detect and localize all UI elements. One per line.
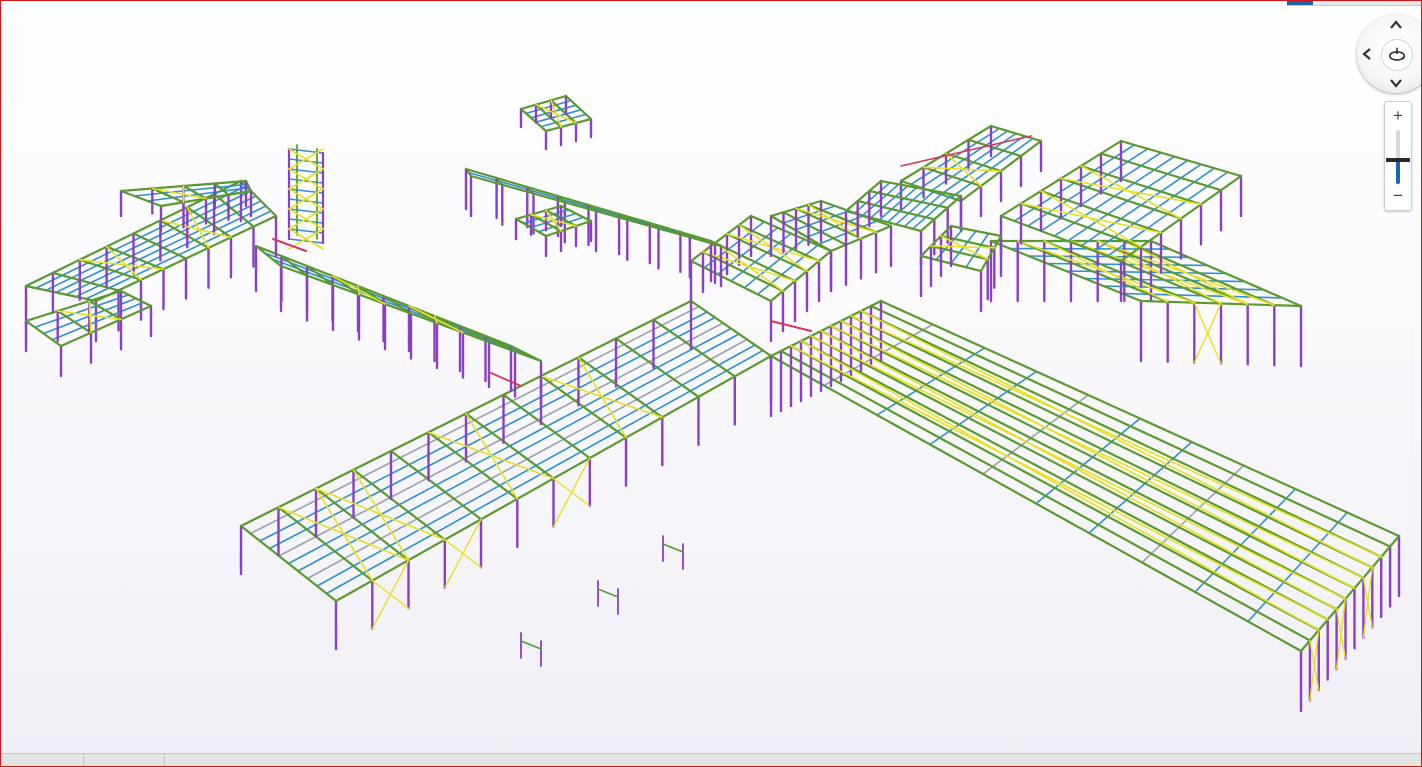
zoom-slider-handle[interactable] bbox=[1386, 157, 1410, 162]
beam bbox=[24, 284, 98, 303]
bottom-status-strip bbox=[1, 753, 1421, 766]
red-member bbox=[490, 372, 522, 387]
active-tab-accent bbox=[1287, 1, 1313, 5]
red-member bbox=[770, 320, 812, 332]
edge-beam bbox=[844, 179, 883, 213]
edge-beam bbox=[769, 299, 883, 358]
beam bbox=[819, 329, 1347, 600]
bracing bbox=[352, 468, 410, 562]
zoom-in-button[interactable]: + bbox=[1385, 106, 1411, 126]
beam bbox=[280, 254, 309, 277]
status-segment bbox=[1, 754, 84, 766]
window-tab-strip bbox=[1287, 1, 1421, 6]
zoom-control: + − bbox=[1384, 101, 1412, 211]
bracing bbox=[577, 356, 627, 439]
purlin bbox=[886, 188, 927, 223]
chevron-down-icon[interactable] bbox=[1388, 75, 1404, 91]
beam bbox=[999, 214, 1123, 263]
bracing bbox=[315, 487, 374, 582]
bracing bbox=[810, 335, 1347, 600]
zoom-out-button[interactable]: − bbox=[1385, 186, 1411, 206]
purlin bbox=[878, 186, 918, 221]
isolated-beam bbox=[597, 588, 619, 598]
bracing bbox=[1043, 240, 1169, 303]
model-viewport[interactable]: + − bbox=[0, 0, 1422, 767]
structural-3d-model[interactable] bbox=[1, 1, 1421, 766]
orbit-icon[interactable] bbox=[1381, 39, 1413, 71]
beam bbox=[239, 524, 338, 603]
beam bbox=[849, 314, 1374, 569]
isolated-beam bbox=[662, 543, 684, 553]
status-segment bbox=[84, 754, 165, 766]
bracing bbox=[800, 340, 1320, 631]
bracing bbox=[840, 320, 1356, 590]
bracing bbox=[357, 285, 360, 296]
zoom-level-fill bbox=[1396, 159, 1400, 184]
bracing bbox=[790, 345, 1329, 621]
beam bbox=[254, 244, 283, 268]
isolated-beam bbox=[520, 640, 542, 650]
chevron-up-icon[interactable] bbox=[1388, 17, 1404, 33]
chevron-left-icon[interactable] bbox=[1359, 46, 1375, 62]
chevron-right-icon[interactable] bbox=[1417, 46, 1421, 62]
purlin bbox=[911, 193, 953, 230]
wall-bracing bbox=[1362, 566, 1374, 639]
bracing bbox=[820, 330, 1338, 611]
beam bbox=[119, 289, 153, 308]
beam bbox=[789, 344, 1320, 632]
bracing bbox=[465, 412, 519, 500]
bracing bbox=[830, 325, 1365, 579]
beam bbox=[829, 324, 1356, 590]
beam bbox=[1099, 152, 1223, 192]
edge-beam bbox=[59, 304, 153, 348]
beam bbox=[1119, 139, 1243, 178]
